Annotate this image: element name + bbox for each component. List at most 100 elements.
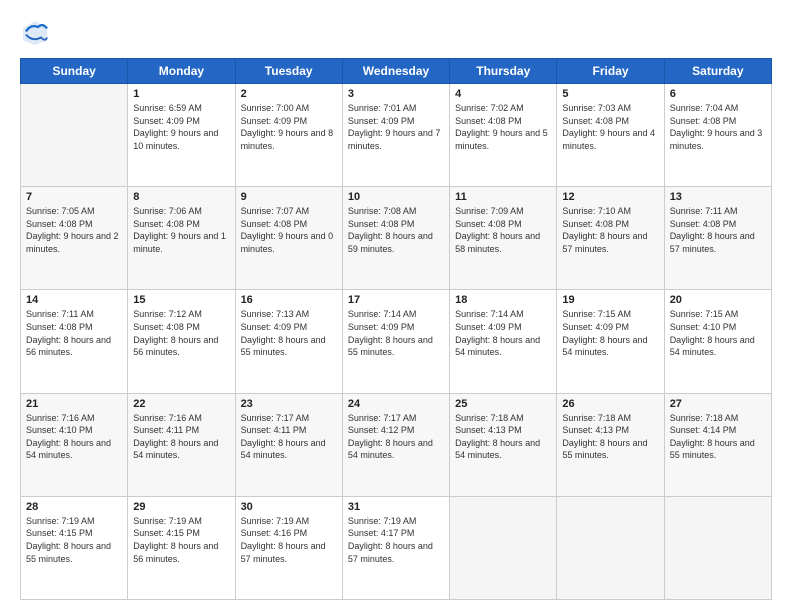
day-number: 24 [348,398,444,410]
calendar-cell: 18Sunrise: 7:14 AMSunset: 4:09 PMDayligh… [450,290,557,393]
cell-info: Sunrise: 7:10 AMSunset: 4:08 PMDaylight:… [562,205,658,255]
cell-info: Sunrise: 7:04 AMSunset: 4:08 PMDaylight:… [670,102,766,152]
day-number: 1 [133,88,229,100]
calendar-cell: 24 Sunrise: 7:17 AMSunset: 4:12 PMDayligh… [342,393,449,496]
day-number: 21 [26,398,122,410]
calendar-cell: 13Sunrise: 7:11 AMSunset: 4:08 PMDayligh… [664,187,771,290]
cell-info: Sunrise: 7:05 AMSunset: 4:08 PMDaylight:… [26,205,122,255]
calendar-cell [450,496,557,599]
day-number: 7 [26,191,122,203]
calendar-cell: 27Sunrise: 7:18 AMSunset: 4:14 PMDayligh… [664,393,771,496]
week-row-2: 7 Sunrise: 7:05 AMSunset: 4:08 PMDaylight… [21,187,772,290]
day-number: 20 [670,294,766,306]
week-row-4: 21 Sunrise: 7:16 AMSunset: 4:10 PMDayligh… [21,393,772,496]
calendar-cell: 28 Sunrise: 7:19 AMSunset: 4:15 PMDayligh… [21,496,128,599]
day-number: 14 [26,294,122,306]
calendar-cell: 14 Sunrise: 7:11 AMSunset: 4:08 PMDayligh… [21,290,128,393]
calendar-cell: 9Sunrise: 7:07 AMSunset: 4:08 PMDaylight… [235,187,342,290]
cell-info: Sunrise: 7:01 AMSunset: 4:09 PMDaylight:… [348,102,444,152]
calendar-cell: 16 Sunrise: 7:13 AMSunset: 4:09 PMDayligh… [235,290,342,393]
calendar-cell: 20 Sunrise: 7:15 AMSunset: 4:10 PMDayligh… [664,290,771,393]
calendar-cell: 11 Sunrise: 7:09 AMSunset: 4:08 PMDayligh… [450,187,557,290]
day-number: 27 [670,398,766,410]
day-number: 31 [348,501,444,513]
calendar-cell: 5 Sunrise: 7:03 AMSunset: 4:08 PMDaylight… [557,84,664,187]
page: SundayMondayTuesdayWednesdayThursdayFrid… [0,0,792,612]
cell-info: Sunrise: 7:19 AMSunset: 4:15 PMDaylight:… [133,515,229,565]
cell-info: Sunrise: 7:07 AMSunset: 4:08 PMDaylight:… [241,205,337,255]
cell-info: Sunrise: 7:13 AMSunset: 4:09 PMDaylight:… [241,308,337,358]
cell-info: Sunrise: 7:09 AMSunset: 4:08 PMDaylight:… [455,205,551,255]
calendar-cell [557,496,664,599]
day-number: 22 [133,398,229,410]
day-number: 25 [455,398,551,410]
cell-info: Sunrise: 7:00 AMSunset: 4:09 PMDaylight:… [241,102,337,152]
day-number: 16 [241,294,337,306]
week-row-1: 1 Sunrise: 6:59 AMSunset: 4:09 PMDaylight… [21,84,772,187]
cell-info: Sunrise: 7:06 AMSunset: 4:08 PMDaylight:… [133,205,229,255]
calendar-cell: 12 Sunrise: 7:10 AMSunset: 4:08 PMDayligh… [557,187,664,290]
week-row-5: 28 Sunrise: 7:19 AMSunset: 4:15 PMDayligh… [21,496,772,599]
cell-info: Sunrise: 7:15 AMSunset: 4:10 PMDaylight:… [670,308,766,358]
calendar-cell: 31 Sunrise: 7:19 AMSunset: 4:17 PMDayligh… [342,496,449,599]
calendar-cell: 25 Sunrise: 7:18 AMSunset: 4:13 PMDayligh… [450,393,557,496]
calendar-cell: 2 Sunrise: 7:00 AMSunset: 4:09 PMDaylight… [235,84,342,187]
col-header-wednesday: Wednesday [342,59,449,84]
calendar-table: SundayMondayTuesdayWednesdayThursdayFrid… [20,58,772,600]
calendar-cell [664,496,771,599]
cell-info: Sunrise: 7:19 AMSunset: 4:16 PMDaylight:… [241,515,337,565]
day-number: 11 [455,191,551,203]
col-header-friday: Friday [557,59,664,84]
calendar-header-row: SundayMondayTuesdayWednesdayThursdayFrid… [21,59,772,84]
calendar-cell: 10 Sunrise: 7:08 AMSunset: 4:08 PMDayligh… [342,187,449,290]
day-number: 12 [562,191,658,203]
cell-info: Sunrise: 7:11 AMSunset: 4:08 PMDaylight:… [26,308,122,358]
cell-info: Sunrise: 7:16 AMSunset: 4:11 PMDaylight:… [133,412,229,462]
cell-info: Sunrise: 7:08 AMSunset: 4:08 PMDaylight:… [348,205,444,255]
col-header-sunday: Sunday [21,59,128,84]
calendar-cell: 4 Sunrise: 7:02 AMSunset: 4:08 PMDaylight… [450,84,557,187]
calendar-cell: 26 Sunrise: 7:18 AMSunset: 4:13 PMDayligh… [557,393,664,496]
day-number: 29 [133,501,229,513]
cell-info: Sunrise: 7:14 AMSunset: 4:09 PMDaylight:… [348,308,444,358]
logo-icon [20,18,50,48]
calendar-cell: 8Sunrise: 7:06 AMSunset: 4:08 PMDaylight… [128,187,235,290]
calendar-cell: 22 Sunrise: 7:16 AMSunset: 4:11 PMDayligh… [128,393,235,496]
cell-info: Sunrise: 7:16 AMSunset: 4:10 PMDaylight:… [26,412,122,462]
day-number: 17 [348,294,444,306]
calendar-cell: 7 Sunrise: 7:05 AMSunset: 4:08 PMDaylight… [21,187,128,290]
col-header-tuesday: Tuesday [235,59,342,84]
cell-info: Sunrise: 7:18 AMSunset: 4:13 PMDaylight:… [455,412,551,462]
cell-info: Sunrise: 7:15 AMSunset: 4:09 PMDaylight:… [562,308,658,358]
cell-info: Sunrise: 7:17 AMSunset: 4:11 PMDaylight:… [241,412,337,462]
cell-info: Sunrise: 7:18 AMSunset: 4:13 PMDaylight:… [562,412,658,462]
cell-info: Sunrise: 7:03 AMSunset: 4:08 PMDaylight:… [562,102,658,152]
col-header-saturday: Saturday [664,59,771,84]
cell-info: Sunrise: 7:02 AMSunset: 4:08 PMDaylight:… [455,102,551,152]
day-number: 2 [241,88,337,100]
col-header-monday: Monday [128,59,235,84]
cell-info: Sunrise: 7:19 AMSunset: 4:17 PMDaylight:… [348,515,444,565]
calendar-cell: 15Sunrise: 7:12 AMSunset: 4:08 PMDayligh… [128,290,235,393]
calendar-cell: 19Sunrise: 7:15 AMSunset: 4:09 PMDayligh… [557,290,664,393]
day-number: 4 [455,88,551,100]
col-header-thursday: Thursday [450,59,557,84]
header [20,18,772,48]
logo [20,18,56,48]
cell-info: Sunrise: 7:17 AMSunset: 4:12 PMDaylight:… [348,412,444,462]
calendar-cell: 6 Sunrise: 7:04 AMSunset: 4:08 PMDaylight… [664,84,771,187]
cell-info: Sunrise: 6:59 AMSunset: 4:09 PMDaylight:… [133,102,229,152]
calendar-cell: 1 Sunrise: 6:59 AMSunset: 4:09 PMDaylight… [128,84,235,187]
day-number: 6 [670,88,766,100]
day-number: 26 [562,398,658,410]
calendar-cell: 29 Sunrise: 7:19 AMSunset: 4:15 PMDayligh… [128,496,235,599]
day-number: 28 [26,501,122,513]
cell-info: Sunrise: 7:19 AMSunset: 4:15 PMDaylight:… [26,515,122,565]
day-number: 5 [562,88,658,100]
cell-info: Sunrise: 7:12 AMSunset: 4:08 PMDaylight:… [133,308,229,358]
week-row-3: 14 Sunrise: 7:11 AMSunset: 4:08 PMDayligh… [21,290,772,393]
day-number: 18 [455,294,551,306]
day-number: 23 [241,398,337,410]
day-number: 10 [348,191,444,203]
calendar-cell: 3Sunrise: 7:01 AMSunset: 4:09 PMDaylight… [342,84,449,187]
